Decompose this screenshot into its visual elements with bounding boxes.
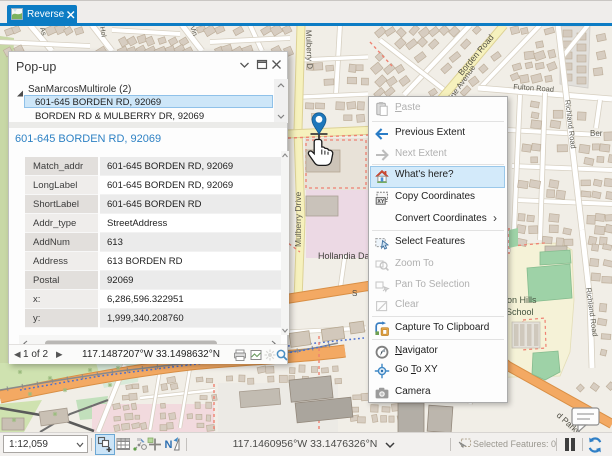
svg-text:Hollandia Da: Hollandia Da: [318, 251, 370, 261]
svg-text:N: N: [165, 439, 173, 451]
svg-text:Mulberry D: Mulberry D: [304, 30, 314, 70]
svg-text:School: School: [506, 307, 534, 317]
svg-text:Ber: Ber: [590, 129, 603, 138]
svg-text:XY: XY: [377, 199, 384, 205]
svg-text:on Hills: on Hills: [507, 295, 537, 305]
svg-text:Mulberry Drive: Mulberry Drive: [293, 191, 303, 247]
svg-text:S: S: [352, 289, 357, 298]
